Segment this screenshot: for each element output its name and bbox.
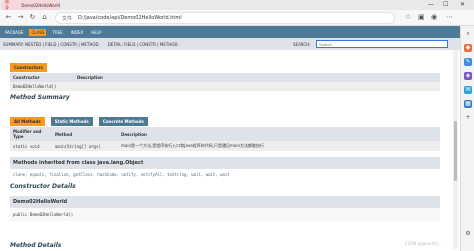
javadoc-page: PACKAGE CLASS TREE INDEX HELP SUMMARY: N… [0, 26, 460, 251]
nav-help[interactable]: HELP [89, 29, 103, 36]
inherited-methods: Methods inherited from class java.lang.O… [10, 157, 440, 180]
minimize-button[interactable]: — [428, 0, 434, 10]
column-header: Constructor [10, 73, 74, 82]
browser-tab-bar: 隐身 Demo02HelloWorld — ☐ ✕ [0, 0, 474, 10]
maximize-button[interactable]: ☐ [443, 0, 448, 10]
column-header: Modifier and Type [10, 127, 52, 141]
url-text: D:/java/code/api/Demo02HelloWorld.html [78, 15, 182, 21]
constructor-name: Demo02HelloWorld [10, 196, 440, 208]
search-label: SEARCH: [293, 42, 311, 47]
constructor-signature: public Demo02HelloWorld() [13, 212, 74, 217]
forward-icon[interactable]: → [16, 13, 25, 22]
nav-tree[interactable]: TREE [50, 29, 64, 36]
address-bar: ← → ↻ ⌂ 文件 D:/java/code/api/Demo02HelloW… [0, 10, 474, 26]
browser-tab[interactable]: 隐身 Demo02HelloWorld [2, 0, 60, 10]
add-icon[interactable]: + [464, 114, 472, 122]
tools-icon[interactable]: ✎ [464, 58, 472, 66]
url-scheme-label: 文件 [62, 15, 73, 22]
table-header-row: Modifier and Type Method Description [10, 127, 440, 141]
column-header: Description [118, 127, 440, 141]
column-header: Method [52, 127, 118, 141]
shopping-icon[interactable]: ◆ [464, 44, 472, 52]
browser-sidebar: ⌕ ◆ ✎ ◈ ✉ ▦ + ⚙ [460, 26, 474, 251]
close-window-button[interactable]: ✕ [460, 0, 465, 10]
favorite-icon[interactable]: ☆ [405, 13, 411, 22]
constructors-summary: Constructors Constructor Description Dem… [10, 54, 440, 91]
outlook-icon[interactable]: ✉ [464, 86, 472, 94]
top-nav: PACKAGE CLASS TREE INDEX HELP [0, 26, 460, 38]
settings-icon[interactable]: ⚙ [464, 230, 472, 238]
refresh-icon[interactable]: ↻ [28, 13, 37, 22]
home-icon[interactable]: ⌂ [40, 13, 49, 22]
url-field[interactable]: 文件 D:/java/code/api/Demo02HelloWorld.htm… [55, 12, 395, 24]
detail-links[interactable]: DETAIL: FIELD | CONSTR | METHOD [108, 42, 178, 47]
scrollbar-thumb[interactable] [454, 121, 457, 181]
profile-icon[interactable]: ◉ [431, 13, 437, 22]
constructor-link[interactable]: Demo02HelloWorld() [10, 82, 74, 91]
sub-nav: SUMMARY: NESTED | FIELD | CONSTR | METHO… [0, 38, 460, 50]
summary-links[interactable]: SUMMARY: NESTED | FIELD | CONSTR | METHO… [3, 42, 99, 47]
method-summary: All Methods Static Methods Concrete Meth… [10, 108, 440, 180]
search-icon[interactable]: ⌕ [464, 30, 472, 38]
method-modifier: static void [10, 141, 52, 151]
methods-table: Modifier and Type Method Description sta… [10, 127, 440, 151]
inherited-title: Methods inherited from class java.lang.O… [10, 157, 440, 169]
table-header-row: Constructor Description [10, 73, 440, 82]
nav-package[interactable]: PACKAGE [3, 29, 25, 36]
table-row: static void main(String[] args) main是一个方… [10, 141, 440, 151]
office-icon[interactable]: ▦ [464, 100, 472, 108]
method-desc: main是一个方法,是程序执行入口和Java程序的代码,只是遇见main方法都能… [118, 141, 440, 151]
method-summary-title: Method Summary [10, 94, 70, 101]
inherited-list[interactable]: clone, equals, finalize, getClass, hashC… [10, 169, 440, 180]
watermark: CSDN @Java小白... [405, 241, 442, 246]
tab-title: Demo02HelloWorld [21, 2, 60, 8]
tab-concrete-methods[interactable]: Concrete Methods [98, 117, 148, 126]
column-header: Description [74, 73, 440, 82]
nav-index[interactable]: INDEX [69, 29, 86, 36]
menu-icon[interactable]: ⋯ [446, 13, 453, 22]
tab-all-methods[interactable]: All Methods [10, 117, 45, 126]
method-link[interactable]: main(String[] args) [52, 141, 118, 151]
constructor-details-title: Constructor Details [10, 183, 76, 190]
games-icon[interactable]: ◈ [464, 72, 472, 80]
collections-icon[interactable]: ▣ [418, 13, 425, 22]
method-details-title: Method Details [10, 242, 62, 249]
constructor-detail: Demo02HelloWorld public Demo02HelloWorld… [10, 196, 440, 221]
constructor-desc [74, 82, 440, 91]
method-tabs: All Methods Static Methods Concrete Meth… [10, 108, 440, 127]
constructors-caption: Constructors [10, 63, 48, 72]
tab-static-methods[interactable]: Static Methods [50, 117, 93, 126]
constructors-table: Constructor Description Demo02HelloWorld… [10, 73, 440, 91]
nav-class[interactable]: CLASS [29, 28, 47, 36]
back-icon[interactable]: ← [4, 13, 13, 22]
table-row: Demo02HelloWorld() [10, 82, 440, 91]
search-input[interactable] [316, 40, 448, 48]
